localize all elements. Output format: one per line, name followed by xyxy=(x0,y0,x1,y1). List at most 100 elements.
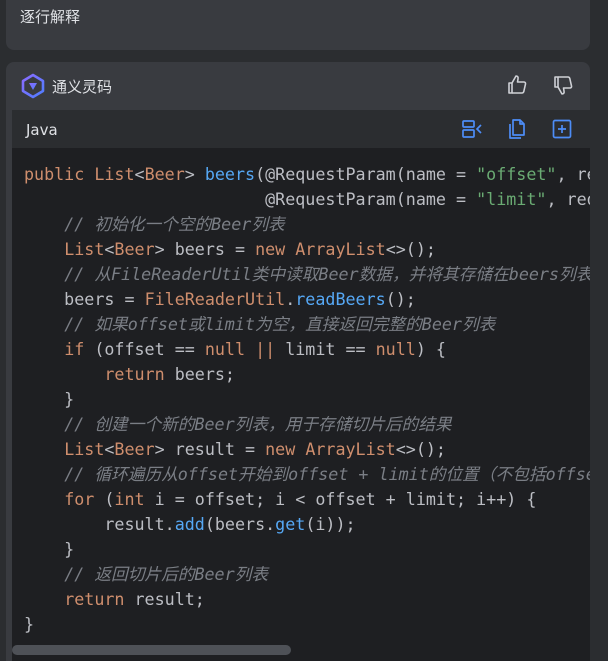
code-token: FileReaderUtil xyxy=(144,289,286,309)
code-token: List xyxy=(64,239,105,259)
code-token: beers; xyxy=(174,364,235,384)
code-token: , required = false) Integer limit) { xyxy=(546,189,590,209)
code-token: ) { xyxy=(415,339,446,359)
code-token: return xyxy=(104,364,175,384)
code-token: i = offset; i < offset + limit; i++) { xyxy=(154,489,537,509)
code-toolbar: Java xyxy=(12,110,590,148)
code-token: result; xyxy=(134,589,205,609)
code-token: < xyxy=(134,164,145,184)
code-line: for (int i = offset; i < offset + limit;… xyxy=(24,487,590,512)
explanation-card: 逐行解释 xyxy=(6,0,590,50)
code-token: readBeers xyxy=(295,289,386,309)
code-line: // 循环遍历从offset开始到offset + limit的位置（不包括of… xyxy=(24,462,590,487)
code-token: ( xyxy=(104,489,115,509)
code-token: Beer xyxy=(144,164,185,184)
code-line: // 初始化一个空的Beer列表 xyxy=(24,212,590,237)
explanation-title: 逐行解释 xyxy=(20,8,81,26)
language-label: Java xyxy=(26,121,58,139)
code-token: , required = false) Integer offset, xyxy=(556,164,590,184)
code-token: (beers. xyxy=(204,514,276,534)
code-content: public List<Beer> beers(@RequestParam(na… xyxy=(24,162,590,637)
code-token: // 循环遍历从offset开始到offset + limit的位置（不包括of… xyxy=(64,464,590,484)
code-token: List xyxy=(94,164,135,184)
code-token: < xyxy=(104,239,115,259)
code-line: } xyxy=(24,387,590,412)
code-token: result. xyxy=(24,514,175,534)
code-token: return xyxy=(64,589,135,609)
code-token: // 初始化一个空的Beer列表 xyxy=(64,214,285,234)
code-token: <>(); xyxy=(385,239,436,259)
code-line: List<Beer> result = new ArrayList<>(); xyxy=(24,437,590,462)
code-block[interactable]: Java public List<Beer> beers(@RequestPar… xyxy=(12,110,590,661)
code-token: ArrayList xyxy=(295,239,386,259)
code-token: beers xyxy=(204,164,256,184)
panel-header: 通义灵码 xyxy=(6,62,590,110)
code-token: int xyxy=(114,489,155,509)
code-token: limit == xyxy=(285,339,376,359)
code-token: } xyxy=(24,539,75,559)
code-token: @RequestParam(name = xyxy=(24,189,477,209)
code-token: (); xyxy=(385,289,416,309)
code-token: // 创建一个新的Beer列表，用于存储切片后的结果 xyxy=(64,414,452,434)
code-line: // 返回切片后的Beer列表 xyxy=(24,562,590,587)
code-line: return beers; xyxy=(24,362,590,387)
scrollbar-thumb[interactable] xyxy=(12,645,291,655)
code-token: // 返回切片后的Beer列表 xyxy=(64,564,269,584)
code-line: } xyxy=(24,612,590,637)
assistant-panel: 通义灵码 Java public List<Beer> beers(@Reque… xyxy=(6,62,590,661)
code-token: . xyxy=(285,289,296,309)
code-token: // 从FileReaderUtil类中读取Beer数据，并将其存储在beers… xyxy=(64,264,590,284)
code-token: } xyxy=(24,389,75,409)
code-line: result.add(beers.get(i)); xyxy=(24,512,590,537)
code-token: for xyxy=(64,489,105,509)
code-token: null xyxy=(204,339,256,359)
code-token: add xyxy=(174,514,205,534)
thumbs-down-icon[interactable] xyxy=(551,73,575,97)
code-token: > xyxy=(184,164,205,184)
thumbs-up-icon[interactable] xyxy=(505,73,529,97)
tongyi-logo-icon xyxy=(21,73,45,99)
code-line: if (offset == null || limit == null) { xyxy=(24,337,590,362)
code-token: } xyxy=(24,614,35,634)
code-line: beers = FileReaderUtil.readBeers(); xyxy=(24,287,590,312)
code-line: } xyxy=(24,537,590,562)
code-token: get xyxy=(275,514,306,534)
code-token: > beers = xyxy=(154,239,256,259)
code-token: ArrayList xyxy=(305,439,396,459)
code-token: // 如果offset或limit为空，直接返回完整的Beer列表 xyxy=(64,314,496,334)
code-token: (@RequestParam(name = xyxy=(255,164,477,184)
code-token: new xyxy=(255,239,296,259)
code-line: @RequestParam(name = "limit", required =… xyxy=(24,187,590,212)
code-token: beers = xyxy=(24,289,145,309)
code-token: Beer xyxy=(114,439,155,459)
code-line: // 如果offset或limit为空，直接返回完整的Beer列表 xyxy=(24,312,590,337)
code-line: List<Beer> beers = new ArrayList<>(); xyxy=(24,237,590,262)
code-token: < xyxy=(104,439,115,459)
insert-at-cursor-icon[interactable] xyxy=(460,117,484,141)
brand-name: 通义灵码 xyxy=(52,78,113,96)
code-token: if xyxy=(64,339,95,359)
copy-icon[interactable] xyxy=(505,117,529,141)
code-token: new xyxy=(265,439,306,459)
code-token: > result = xyxy=(154,439,266,459)
code-token: null xyxy=(375,339,416,359)
code-token: public xyxy=(24,164,95,184)
code-token: Beer xyxy=(114,239,155,259)
new-file-icon[interactable] xyxy=(550,117,574,141)
code-line: // 从FileReaderUtil类中读取Beer数据，并将其存储在beers… xyxy=(24,262,590,287)
code-token: List xyxy=(64,439,105,459)
code-token: "offset" xyxy=(476,164,557,184)
horizontal-scrollbar[interactable] xyxy=(12,645,590,655)
code-token: || xyxy=(255,339,286,359)
code-line: // 创建一个新的Beer列表，用于存储切片后的结果 xyxy=(24,412,590,437)
code-token: (offset == xyxy=(94,339,205,359)
